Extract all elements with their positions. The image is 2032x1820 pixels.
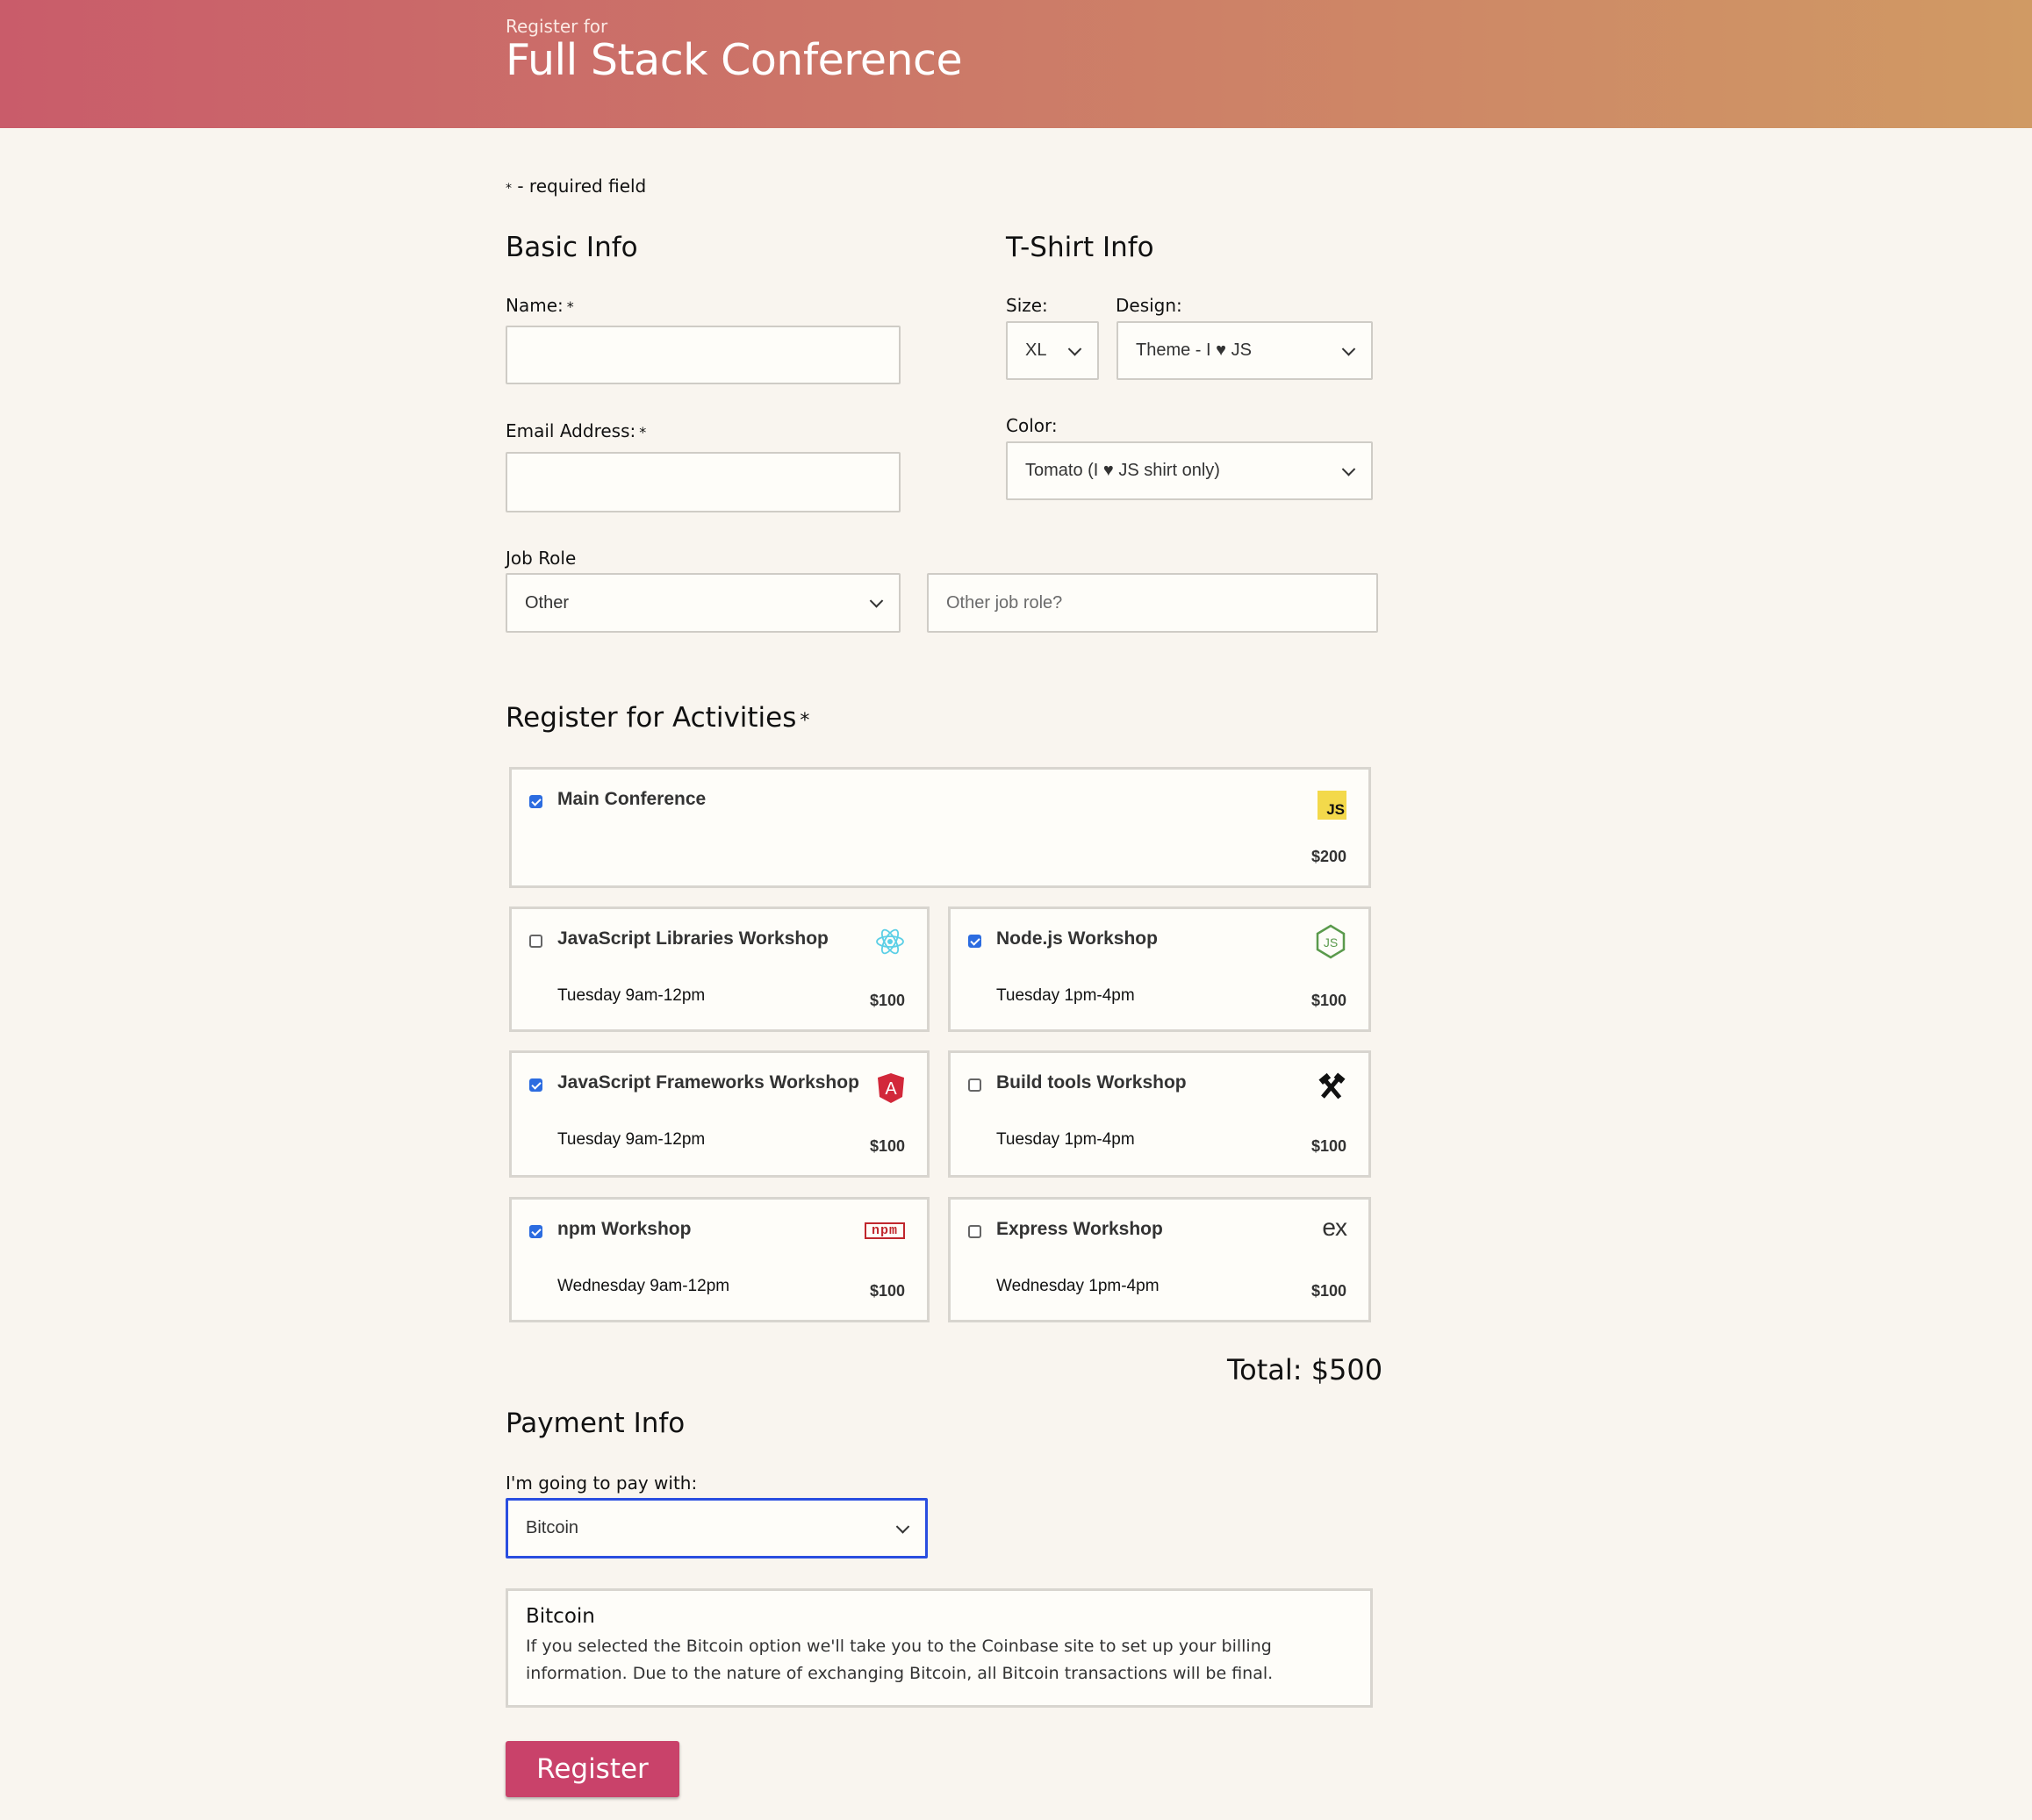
activity-npm[interactable]: npm Workshop npm Wednesday 9am-12pm $100 [509,1197,930,1322]
activity-name: npm Workshop [557,1219,692,1239]
email-label: Email Address: * [506,420,646,441]
activity-nodejs[interactable]: Node.js Workshop JS Tuesday 1pm-4pm $100 [948,906,1371,1032]
activity-js-libraries[interactable]: JavaScript Libraries Workshop Tuesday 9a… [509,906,930,1032]
required-star: * [639,424,647,441]
npm-checkbox[interactable] [529,1225,542,1238]
build-tools-checkbox[interactable] [968,1078,981,1092]
activity-price: $100 [869,1282,905,1300]
email-label-text: Email Address: [506,420,636,441]
npm-logo-text: npm [871,1223,898,1238]
js-logo-text: JS [1326,801,1345,818]
main-conference-checkbox[interactable] [529,795,542,808]
tools-icon [1317,1072,1346,1105]
color-label: Color: [1006,415,1058,436]
js-logo-icon: JS [1318,791,1346,820]
bitcoin-info-text: If you selected the Bitcoin option we'll… [526,1637,1274,1683]
angular-logo-icon: A [877,1072,905,1108]
angular-logo-text: A [885,1079,897,1099]
page-header: Register for Full Stack Conference [0,0,2032,128]
bitcoin-info-title: Bitcoin [526,1605,595,1628]
activity-time: Tuesday 1pm-4pm [996,1130,1135,1149]
name-label: Name: * [506,295,574,316]
activity-price: $200 [1310,848,1346,865]
job-role-select[interactable]: Other [506,573,901,633]
activity-express[interactable]: Express Workshop ex Wednesday 1pm-4pm $1… [948,1197,1371,1322]
activity-build-tools[interactable]: Build tools Workshop Tuesday 1pm-4pm $10… [948,1050,1371,1178]
required-note: * - required field [506,176,646,197]
npm-logo-icon: npm [865,1222,905,1239]
job-role-label: Job Role [506,548,577,569]
other-job-role-placeholder: Other job role? [946,592,1063,613]
activity-name: Build tools Workshop [996,1072,1187,1093]
activity-price: $100 [1310,1282,1346,1300]
nodejs-checkbox[interactable] [968,935,981,948]
required-star: * [506,182,512,196]
page-title: Full Stack Conference [506,35,963,85]
bitcoin-info-box: Bitcoin If you selected the Bitcoin opti… [506,1588,1373,1708]
size-label: Size: [1006,295,1048,316]
js-frameworks-checkbox[interactable] [529,1078,542,1092]
color-value: Tomato (I ♥ JS shirt only) [1025,461,1220,480]
express-checkbox[interactable] [968,1225,981,1238]
activity-js-frameworks[interactable]: JavaScript Frameworks Workshop A Tuesday… [509,1050,930,1178]
activity-price: $100 [1310,992,1346,1009]
other-job-role-input[interactable]: Other job role? [927,573,1378,633]
job-role-value: Other [525,592,570,613]
design-select[interactable]: Theme - I ♥ JS [1117,321,1373,380]
payment-method-label: I'm going to pay with: [506,1472,698,1494]
size-select[interactable]: XL [1006,321,1099,380]
size-value: XL [1025,340,1047,360]
basic-info-heading: Basic Info [506,232,638,263]
activity-time: Wednesday 9am-12pm [557,1277,730,1295]
color-select[interactable]: Tomato (I ♥ JS shirt only) [1006,441,1373,500]
design-value: Theme - I ♥ JS [1136,340,1252,360]
activity-name: Main Conference [557,789,707,809]
activity-time: Tuesday 9am-12pm [557,986,706,1005]
register-button[interactable]: Register [506,1741,679,1797]
activity-price: $100 [869,1137,905,1155]
js-libraries-checkbox[interactable] [529,935,542,948]
payment-method-value: Bitcoin [526,1518,579,1537]
payment-method-select[interactable]: Bitcoin [506,1498,928,1558]
activities-total: Total: $500 [1227,1353,1383,1386]
activities-heading-text: Register for Activities [506,702,797,734]
activities-heading: Register for Activities * [506,702,809,734]
activity-main-conference[interactable]: Main Conference JS $200 [509,767,1371,888]
nodejs-logo-icon: JS [1315,924,1346,964]
activity-name: Express Workshop [996,1219,1163,1239]
activity-time: Wednesday 1pm-4pm [996,1277,1160,1295]
activity-name: Node.js Workshop [996,928,1158,949]
name-label-text: Name: [506,295,564,316]
activity-time: Tuesday 1pm-4pm [996,986,1135,1005]
required-star: * [566,298,574,315]
react-logo-icon [875,927,905,961]
activity-name: JavaScript Frameworks Workshop [557,1072,859,1093]
payment-info-heading: Payment Info [506,1408,686,1439]
nodejs-logo-text: JS [1324,935,1338,949]
design-label: Design: [1116,295,1182,316]
activity-time: Tuesday 9am-12pm [557,1130,706,1149]
express-logo-icon: ex [1322,1214,1347,1242]
activity-price: $100 [1310,1137,1346,1155]
email-field[interactable] [506,452,901,512]
header-subtitle: Register for [506,16,608,37]
tshirt-info-heading: T-Shirt Info [1006,232,1154,263]
activity-price: $100 [869,992,905,1009]
name-field[interactable] [506,326,901,384]
required-star: * [800,710,810,732]
activity-name: JavaScript Libraries Workshop [557,928,829,949]
required-note-text: - required field [517,176,647,197]
express-logo-text: ex [1322,1214,1347,1241]
